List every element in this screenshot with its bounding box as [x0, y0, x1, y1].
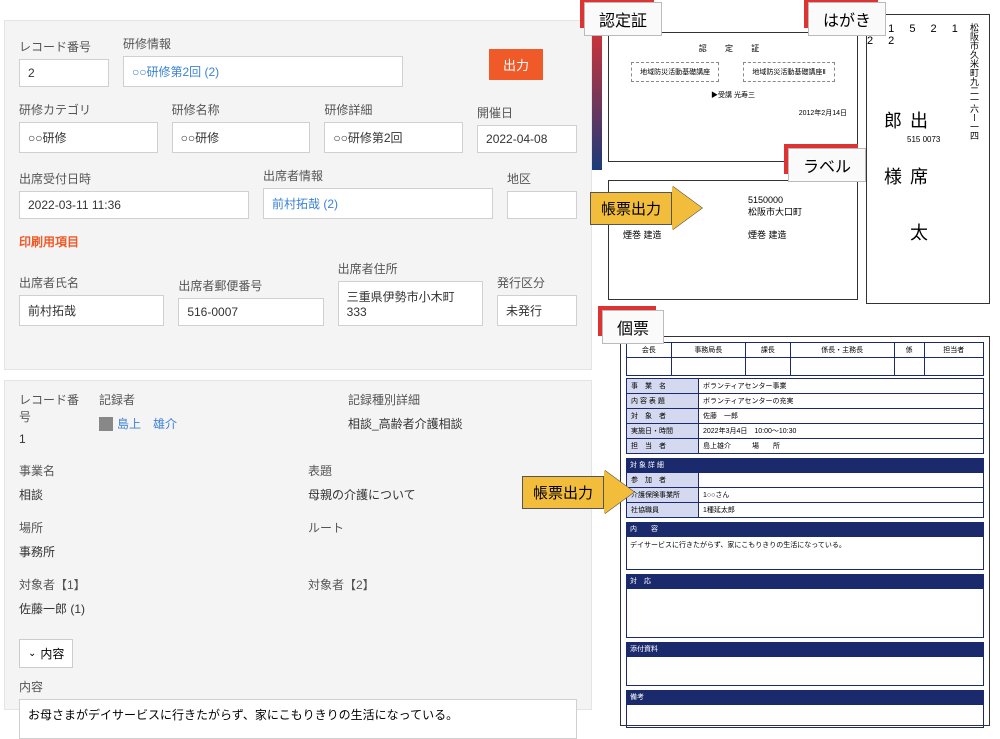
lbl-att-zip: 出席者郵便番号: [178, 277, 323, 294]
lbl-p2-recno: レコード番号: [19, 391, 79, 425]
cert-col2: 地域防災活動基礎講座Ⅱ: [743, 62, 834, 82]
cert-sub: ▶受講 光寿三: [619, 90, 847, 100]
lbl-place: 場所: [19, 519, 288, 536]
cert-doc: 認 定 証 地域防災活動基礎講座 地域防災活動基礎講座Ⅱ ▶受講 光寿三 201…: [608, 32, 858, 162]
lbl-rec-no: レコード番号: [19, 38, 109, 55]
kohyo-doc: 会長事務局長課長係長・主務長係担当者 事 業 名ボランティアセンター事業内 容 …: [620, 336, 990, 726]
kohyo-method-box: [626, 656, 984, 686]
hagaki-name: 出 席 太 郎 様: [879, 111, 931, 303]
target1-link[interactable]: 佐藤一郎 (1): [19, 596, 288, 621]
lbl-type: 記録種別詳細: [348, 391, 577, 408]
cert-title: 認 定 証: [619, 43, 847, 54]
type-link[interactable]: 相談_高齢者介護相談: [348, 411, 577, 436]
lbl-attendee: 出席者情報: [263, 167, 493, 184]
lbl-target1: 対象者【1】: [19, 576, 288, 593]
tag-cert: 認定証: [584, 2, 662, 36]
att-addr-field[interactable]: 三重県伊勢市小木町333: [338, 281, 483, 326]
lbl-received: 出席受付日時: [19, 170, 249, 187]
record-panel: レコード番号1 記録者島上 雄介 記録種別詳細相談_高齢者介護相談 事業名相談 …: [4, 380, 592, 710]
att-zip-field[interactable]: 516-0007: [178, 298, 323, 326]
content-area[interactable]: お母さまがデイサービスに行きたがらず、家にこもりきりの生活になっている。: [19, 699, 577, 739]
lbl-name: 研修名称: [172, 101, 311, 118]
kohyo-note-box: [626, 704, 984, 728]
date-field[interactable]: 2022-04-08: [477, 125, 577, 153]
kohyo-approvers: 会長事務局長課長係長・主務長係担当者: [626, 342, 984, 376]
kohyo-sec-note: 備考: [626, 690, 984, 704]
received-field[interactable]: 2022-03-11 11:36: [19, 191, 249, 219]
tag-label: ラベル: [788, 148, 866, 182]
chevron-down-icon: ⌄: [28, 648, 36, 659]
issued-field[interactable]: 未発行: [497, 295, 577, 326]
cert-date: 2012年2月14日: [619, 108, 847, 118]
lbl-detail: 研修詳細: [324, 101, 463, 118]
p2-recno: 1: [19, 428, 79, 450]
recorder-chip[interactable]: 島上 雄介: [99, 415, 177, 432]
hagaki-doc: 5 1 5 2 1 2 2 松阪市久米町九二一六ー一四 515 0073 出 席…: [866, 14, 990, 304]
output-button[interactable]: 出力: [489, 49, 543, 80]
lbl-recorder: 記録者: [99, 391, 328, 408]
area-field[interactable]: [507, 191, 577, 219]
target2-val: [308, 596, 577, 604]
arrow-output-1: 帳票出力: [590, 186, 702, 230]
cert-col1: 地域防災活動基礎講座: [631, 62, 719, 82]
kohyo-main: 事 業 名ボランティアセンター事業内 容 表 題ボランティアセンターの充実対 象…: [626, 378, 984, 454]
tag-hagaki: はがき: [808, 2, 886, 36]
lbl-route: ルート: [308, 519, 577, 536]
arrow-output-2: 帳票出力: [522, 470, 634, 514]
training-panel: 出力 レコード番号 2 研修情報 ○○研修第2回 (2) 研修カテゴリ○○研修 …: [4, 20, 592, 370]
lbl-target2: 対象者【2】: [308, 576, 577, 593]
hagaki-addr: 松阪市久米町九二一六ー一四: [968, 23, 981, 295]
kohyo-sec-content: 内 容: [626, 522, 984, 536]
lbl-att-addr: 出席者住所: [338, 260, 483, 277]
lbl-category: 研修カテゴリ: [19, 101, 158, 118]
tag-kohyo: 個票: [602, 310, 664, 344]
kohyo-sec1: 対 象 詳 細: [626, 458, 984, 472]
person-icon: [99, 417, 113, 431]
lbl-training-info: 研修情報: [123, 35, 403, 52]
lbl-att-name: 出席者氏名: [19, 274, 164, 291]
name-field[interactable]: ○○研修: [172, 122, 311, 153]
detail-field[interactable]: ○○研修第2回: [324, 122, 463, 153]
kohyo-sec-method: 添付資料: [626, 642, 984, 656]
kohyo-content: デイサービスに行きたがらず、家にこもりきりの生活になっている。: [626, 536, 984, 570]
print-section-title: 印刷用項目: [19, 233, 577, 250]
category-field[interactable]: ○○研修: [19, 122, 158, 153]
rec-no-field[interactable]: 2: [19, 59, 109, 87]
kohyo-sec-result: 対 応: [626, 574, 984, 588]
kohyo-sub: 参 加 者介護保険事業所1○○さん社協職員1種延太郎: [626, 472, 984, 518]
content-toggle[interactable]: ⌄内容: [19, 639, 73, 668]
lbl-date: 開催日: [477, 104, 577, 121]
lbl-content: 内容: [19, 678, 577, 695]
lbl-issued: 発行区分: [497, 274, 577, 291]
training-info-field[interactable]: ○○研修第2回 (2): [123, 56, 403, 87]
lbl-biz: 事業名: [19, 462, 288, 479]
route-val: [308, 539, 577, 547]
lbl-area: 地区: [507, 170, 577, 187]
biz-link[interactable]: 相談: [19, 482, 288, 507]
label-col2: 5150000松阪市大口町煙巻 建造: [748, 195, 843, 285]
place-val: 事務所: [19, 539, 288, 564]
attendee-field[interactable]: 前村拓哉 (2): [263, 188, 493, 219]
kohyo-result-box: [626, 588, 984, 638]
att-name-field[interactable]: 前村拓哉: [19, 295, 164, 326]
